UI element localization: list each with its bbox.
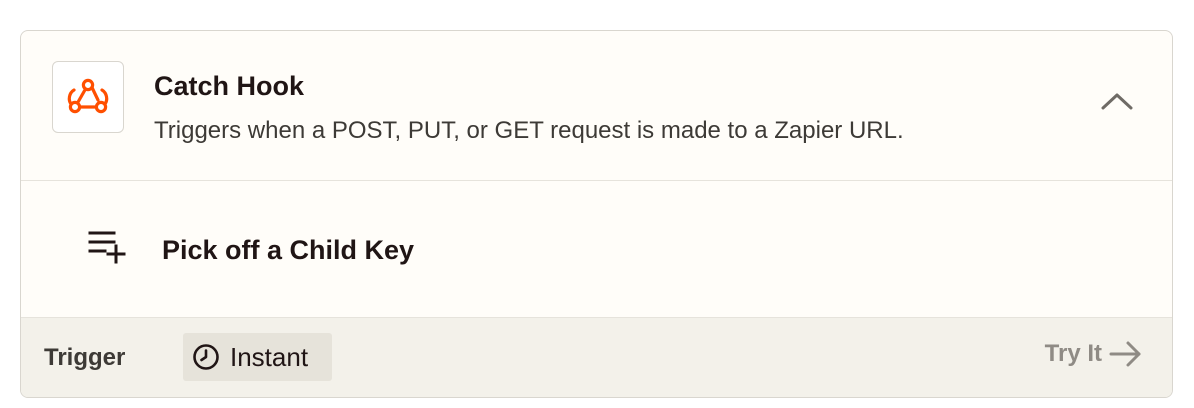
trigger-description: Triggers when a POST, PUT, or GET reques… bbox=[154, 117, 904, 144]
chevron-up-icon bbox=[1101, 93, 1133, 110]
trigger-title: Catch Hook bbox=[154, 71, 305, 101]
option-label: Pick off a Child Key bbox=[162, 235, 415, 265]
try-it-button[interactable]: Try It bbox=[1045, 340, 1144, 368]
instant-label: Instant bbox=[230, 341, 309, 372]
trigger-card: Catch Hook Triggers when a POST, PUT, or… bbox=[20, 30, 1173, 398]
step-type-label: Trigger bbox=[44, 344, 126, 371]
collapse-button[interactable] bbox=[1095, 81, 1139, 121]
clock-icon bbox=[193, 344, 219, 370]
trigger-footer: Trigger Instant Try It bbox=[21, 317, 1172, 397]
app-logo bbox=[52, 61, 124, 133]
instant-badge: Instant bbox=[183, 333, 332, 381]
option-pick-child-key[interactable]: Pick off a Child Key bbox=[21, 181, 1172, 317]
playlist-add-icon bbox=[88, 231, 126, 264]
try-it-label: Try It bbox=[1044, 340, 1102, 367]
trigger-header: Catch Hook Triggers when a POST, PUT, or… bbox=[21, 31, 1172, 181]
webhook-icon bbox=[67, 78, 109, 114]
arrow-right-icon bbox=[1109, 341, 1141, 367]
